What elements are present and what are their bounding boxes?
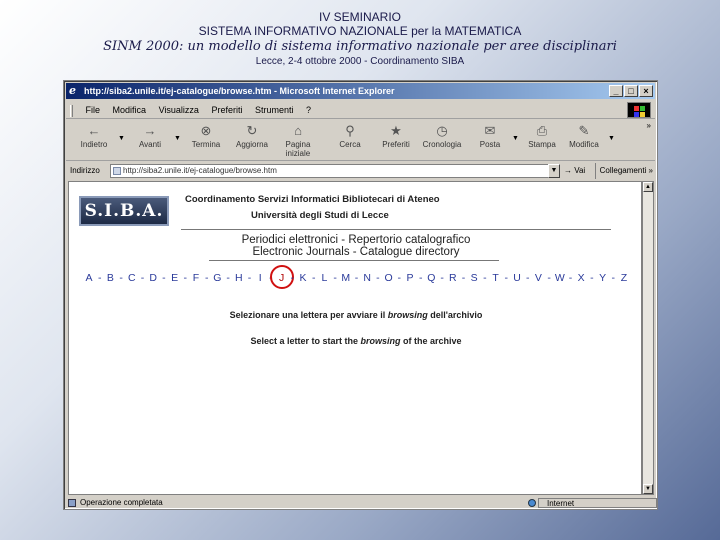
mail-button[interactable]: ✉ Posta xyxy=(468,123,512,159)
forward-arrow-icon: → xyxy=(143,123,157,138)
letter-index: A-B-C-D-E-F-G-H-I-J-K-L-M-N-O-P-Q-R-S-T-… xyxy=(83,265,633,289)
menu-strumenti[interactable]: Strumenti xyxy=(255,101,294,119)
refresh-button[interactable]: ↻ Aggiorna xyxy=(230,123,274,159)
page-icon xyxy=(113,167,121,175)
home-button[interactable]: ⌂ Pagina iniziale xyxy=(276,123,320,159)
slide-header: IV SEMINARIO SISTEMA INFORMATIVO NAZIONA… xyxy=(0,10,720,69)
scroll-up-icon[interactable]: ▲ xyxy=(643,182,653,192)
back-button[interactable]: ← Indietro xyxy=(72,123,116,159)
system-title: SISTEMA INFORMATIVO NAZIONALE per la MAT… xyxy=(198,24,522,38)
edit-icon: ✎ xyxy=(578,123,590,138)
vertical-scrollbar[interactable]: ▲ ▼ xyxy=(642,181,654,495)
favorites-icon: ★ xyxy=(390,123,402,138)
go-button[interactable]: → Vai xyxy=(564,163,585,179)
stop-button[interactable]: ⊗ Termina xyxy=(184,123,228,159)
print-button[interactable]: ⎙ Stampa xyxy=(520,123,564,159)
menu-grip xyxy=(70,104,73,117)
history-button[interactable]: ◷ Cronologia xyxy=(420,123,464,159)
toolbar: ← Indietro ▼ → Avanti ▼ ⊗ Termina ↻ Aggi… xyxy=(66,121,655,161)
stop-icon: ⊗ xyxy=(200,123,212,138)
menu-modifica[interactable]: Modifica xyxy=(113,101,147,119)
status-bar: Operazione completata Internet xyxy=(66,497,657,509)
divider xyxy=(209,260,499,261)
address-label: Indirizzo xyxy=(70,166,100,175)
title-bar: e http://siba2.unile.it/ej-catalogue/bro… xyxy=(66,83,655,99)
slide-location: Lecce, 2-4 ottobre 2000 - Coordinamento … xyxy=(255,56,465,67)
instruction-it: Selezionare una lettera per avviare il b… xyxy=(229,310,483,320)
seminar-title: IV SEMINARIO xyxy=(318,10,401,24)
siba-logo[interactable]: S.I.B.A. xyxy=(79,196,169,226)
security-zone: Internet xyxy=(538,498,657,508)
toolbar-overflow-icon[interactable]: » xyxy=(647,121,651,130)
address-field[interactable]: http://siba2.unile.it/ej-catalogue/brows… xyxy=(110,164,550,178)
favorites-button[interactable]: ★ Preferiti xyxy=(374,123,418,159)
mail-dropdown-icon[interactable]: ▼ xyxy=(512,135,519,142)
back-dropdown-icon[interactable]: ▼ xyxy=(118,135,125,142)
links-button[interactable]: Collegamenti » xyxy=(594,163,653,179)
edit-button[interactable]: ✎ Modifica xyxy=(562,123,606,159)
status-text: Operazione completata xyxy=(80,498,163,507)
menu-bar: File Modifica Visualizza Preferiti Strum… xyxy=(66,101,655,119)
university-text: Università degli Studi di Lecce xyxy=(251,210,389,221)
ie-logo-icon: e xyxy=(69,84,76,97)
maximize-icon[interactable]: □ xyxy=(624,85,638,97)
refresh-icon: ↻ xyxy=(246,123,258,138)
menu-preferiti[interactable]: Preferiti xyxy=(211,101,242,119)
page-done-icon xyxy=(68,499,76,507)
page-content: S.I.B.A. Coordinamento Servizi Informati… xyxy=(68,181,642,495)
back-arrow-icon: ← xyxy=(87,123,101,138)
page-title-it: Periodici elettronici - Repertorio catal… xyxy=(241,234,471,246)
letter-link-z[interactable]: Z xyxy=(618,272,630,284)
search-button[interactable]: ⚲ Cerca xyxy=(328,123,372,159)
menu-visualizza[interactable]: Visualizza xyxy=(159,101,199,119)
windows-logo-icon xyxy=(627,102,651,118)
scroll-down-icon[interactable]: ▼ xyxy=(643,484,653,494)
divider xyxy=(181,229,611,230)
history-icon: ◷ xyxy=(436,123,448,138)
address-value: http://siba2.unile.it/ej-catalogue/brows… xyxy=(123,166,277,175)
edit-dropdown-icon[interactable]: ▼ xyxy=(608,135,615,142)
slide-subtitle: SINM 2000: un modello di sistema informa… xyxy=(103,39,617,54)
page-title-en: Electronic Journals - Catalogue director… xyxy=(252,246,460,258)
address-bar: Indirizzo http://siba2.unile.it/ej-catal… xyxy=(66,163,655,179)
window-controls: _ □ × xyxy=(609,85,653,97)
browser-window: e http://siba2.unile.it/ej-catalogue/bro… xyxy=(63,80,658,510)
window-title: http://siba2.unile.it/ej-catalogue/brows… xyxy=(84,86,395,96)
menu-help[interactable]: ? xyxy=(306,101,311,119)
search-icon: ⚲ xyxy=(345,123,355,138)
globe-icon xyxy=(528,499,536,507)
forward-dropdown-icon[interactable]: ▼ xyxy=(174,135,181,142)
forward-button[interactable]: → Avanti xyxy=(128,123,172,159)
print-icon: ⎙ xyxy=(536,123,548,138)
address-dropdown-icon[interactable]: ▼ xyxy=(548,164,560,178)
home-icon: ⌂ xyxy=(294,123,302,138)
minimize-icon[interactable]: _ xyxy=(609,85,623,97)
close-icon[interactable]: × xyxy=(639,85,653,97)
menu-file[interactable]: File xyxy=(86,101,101,119)
mail-icon: ✉ xyxy=(484,123,496,138)
coordinamento-text: Coordinamento Servizi Informatici Biblio… xyxy=(185,194,440,205)
instruction-en: Select a letter to start the browsing of… xyxy=(250,336,462,346)
